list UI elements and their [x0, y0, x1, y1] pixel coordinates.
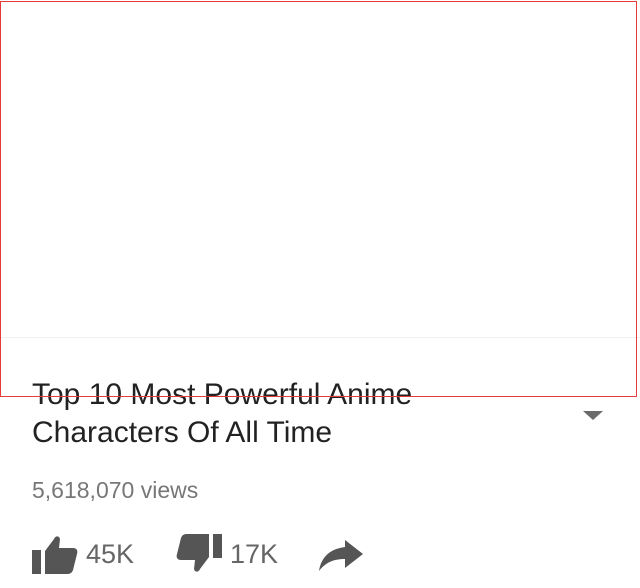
player-divider	[0, 337, 640, 338]
like-button[interactable]: 45K	[32, 530, 134, 578]
thumbs-up-icon	[32, 536, 78, 574]
expand-description-button[interactable]	[578, 404, 608, 428]
chevron-down-icon	[583, 411, 603, 420]
view-count: 5,618,070 views	[32, 477, 199, 503]
video-player[interactable]	[0, 0, 640, 337]
share-button[interactable]	[317, 530, 365, 578]
action-bar: 45K 17K	[32, 530, 432, 578]
like-count: 45K	[86, 539, 135, 569]
dislike-count: 17K	[230, 539, 279, 569]
video-title-line2: Characters Of All Time	[32, 416, 333, 449]
share-arrow-icon	[319, 540, 363, 571]
video-title-line1: Top 10 Most Powerful Anime	[32, 378, 413, 411]
dislike-button[interactable]: 17K	[176, 530, 278, 578]
thumbs-down-icon	[176, 534, 222, 572]
video-title: Top 10 Most Powerful Anime Characters Of…	[32, 376, 552, 452]
